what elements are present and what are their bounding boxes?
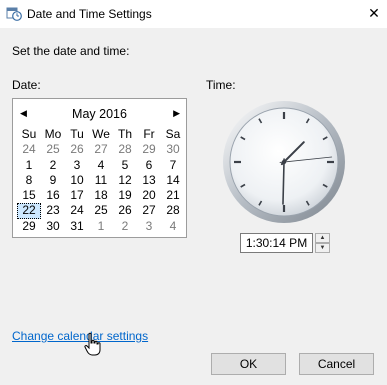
calendar-day[interactable]: 6 bbox=[137, 158, 161, 173]
hand-cursor-icon bbox=[84, 332, 101, 356]
calendar-day[interactable]: 9 bbox=[41, 173, 65, 188]
weekday-header: Th bbox=[117, 127, 132, 141]
clock-center bbox=[281, 159, 287, 165]
weekday-header: Mo bbox=[44, 127, 62, 141]
calendar-day[interactable]: 30 bbox=[161, 142, 185, 157]
title-bar: Date and Time Settings ✕ bbox=[0, 0, 387, 28]
cancel-button[interactable]: Cancel bbox=[299, 353, 374, 375]
spin-up-icon[interactable]: ▲ bbox=[315, 233, 330, 243]
calendar-day[interactable]: 19 bbox=[113, 188, 137, 203]
calendar-day[interactable]: 29 bbox=[17, 219, 41, 234]
calendar-day[interactable]: 7 bbox=[161, 158, 185, 173]
weekday-header: Tu bbox=[70, 127, 84, 141]
calendar-day[interactable]: 25 bbox=[89, 203, 113, 218]
calendar-day[interactable]: 15 bbox=[17, 188, 41, 203]
weekday-header: Sa bbox=[165, 127, 181, 141]
calendar-day[interactable]: 30 bbox=[41, 219, 65, 234]
ok-button[interactable]: OK bbox=[211, 353, 286, 375]
calendar-day[interactable]: 31 bbox=[65, 219, 89, 234]
calendar-clock-icon bbox=[6, 7, 22, 21]
close-icon: ✕ bbox=[368, 4, 380, 21]
minute-hand bbox=[282, 158, 285, 205]
calendar-day[interactable]: 1 bbox=[89, 219, 113, 234]
calendar-day[interactable]: 20 bbox=[137, 188, 161, 203]
time-field[interactable]: 1:30:14 PM bbox=[240, 233, 313, 253]
time-spinner[interactable]: ▲ ▼ bbox=[315, 233, 330, 253]
calendar-day[interactable]: 24 bbox=[17, 142, 41, 157]
calendar-day[interactable]: 29 bbox=[137, 142, 161, 157]
calendar: ◀ May 2016 ▶ Su Mo Tu We Th Fr Sa 24 25 26 27 28 29 3… bbox=[12, 98, 187, 238]
calendar-day[interactable]: 14 bbox=[161, 173, 185, 188]
next-month-icon[interactable]: ▶ bbox=[173, 108, 180, 119]
calendar-day[interactable]: 25 bbox=[41, 142, 65, 157]
calendar-day[interactable]: 4 bbox=[161, 219, 185, 234]
month-year-title[interactable]: May 2016 bbox=[13, 107, 186, 121]
calendar-day[interactable]: 21 bbox=[161, 188, 185, 203]
calendar-day[interactable]: 24 bbox=[65, 203, 89, 218]
calendar-day[interactable]: 16 bbox=[41, 188, 65, 203]
time-label: Time: bbox=[206, 78, 236, 92]
calendar-day[interactable]: 3 bbox=[137, 219, 161, 234]
date-label: Date: bbox=[12, 78, 41, 92]
calendar-day[interactable]: 28 bbox=[113, 142, 137, 157]
calendar-header: ◀ May 2016 ▶ bbox=[13, 105, 188, 121]
calendar-day[interactable]: 26 bbox=[65, 142, 89, 157]
calendar-day[interactable]: 2 bbox=[113, 219, 137, 234]
instruction-text: Set the date and time: bbox=[12, 44, 130, 58]
calendar-day[interactable]: 3 bbox=[65, 158, 89, 173]
calendar-day[interactable]: 10 bbox=[65, 173, 89, 188]
change-calendar-settings-link[interactable]: Change calendar settings bbox=[12, 329, 148, 343]
calendar-day[interactable]: 5 bbox=[113, 158, 137, 173]
calendar-day[interactable]: 27 bbox=[137, 203, 161, 218]
calendar-day[interactable]: 17 bbox=[65, 188, 89, 203]
weekday-header: Fr bbox=[143, 127, 155, 141]
window-title: Date and Time Settings bbox=[27, 7, 152, 21]
calendar-day[interactable]: 13 bbox=[137, 173, 161, 188]
calendar-day[interactable]: 23 bbox=[41, 203, 65, 218]
calendar-day[interactable]: 12 bbox=[113, 173, 137, 188]
calendar-grid: Su Mo Tu We Th Fr Sa 24 25 26 27 28 29 30 1 2 3 4 5 6 7 8 9 10 1… bbox=[17, 127, 185, 234]
close-button[interactable]: ✕ bbox=[361, 0, 387, 26]
calendar-day-selected[interactable]: 22 bbox=[17, 203, 41, 219]
calendar-day[interactable]: 28 bbox=[161, 203, 185, 218]
calendar-day[interactable]: 26 bbox=[113, 203, 137, 218]
calendar-day[interactable]: 1 bbox=[17, 158, 41, 173]
calendar-day[interactable]: 27 bbox=[89, 142, 113, 157]
weekday-header: We bbox=[92, 127, 110, 141]
analog-clock bbox=[223, 101, 345, 223]
calendar-day[interactable]: 18 bbox=[89, 188, 113, 203]
calendar-day[interactable]: 2 bbox=[41, 158, 65, 173]
calendar-day[interactable]: 4 bbox=[89, 158, 113, 173]
weekday-header: Su bbox=[21, 127, 37, 141]
spin-down-icon[interactable]: ▼ bbox=[315, 243, 330, 253]
calendar-day[interactable]: 8 bbox=[17, 173, 41, 188]
calendar-day[interactable]: 11 bbox=[89, 173, 113, 188]
